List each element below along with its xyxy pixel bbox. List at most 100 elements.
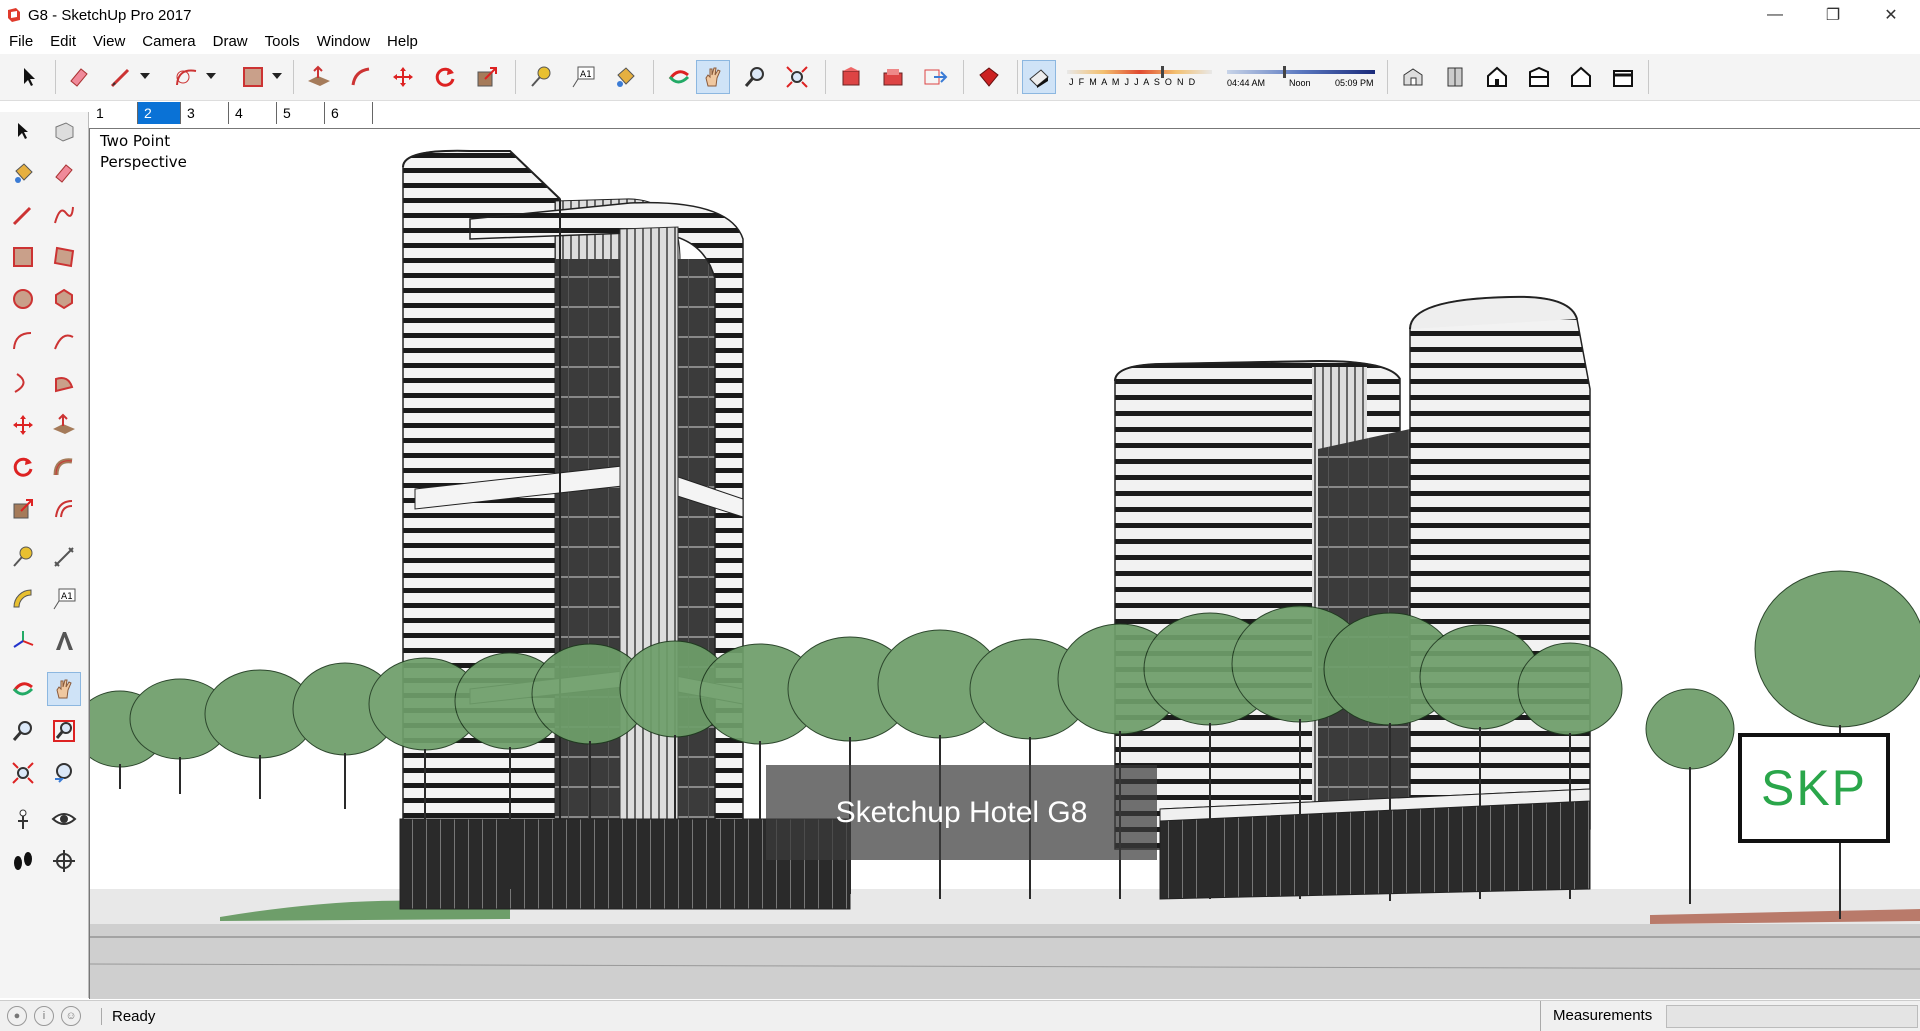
minimize-button[interactable]: — [1746,0,1804,30]
time-start-label: 04:44 AM [1227,78,1266,88]
measurements-input[interactable] [1666,1005,1918,1028]
measurements-label: Measurements [1540,1001,1652,1031]
push-pull-icon[interactable] [302,60,336,94]
scale-icon[interactable] [6,492,40,526]
zoom-window-icon[interactable] [47,714,81,748]
position-camera-icon[interactable] [6,802,40,836]
left-view-icon[interactable] [1606,60,1640,94]
hotel-model-render [90,149,1920,999]
two-point-arc-icon[interactable] [47,324,81,358]
menu-edit[interactable]: Edit [41,33,84,50]
orbit-icon[interactable] [6,672,40,706]
warehouse-icon[interactable] [834,60,868,94]
paint-bucket-icon[interactable] [6,156,40,190]
follow-me-icon[interactable] [344,60,378,94]
offset-icon[interactable] [47,492,81,526]
line-icon[interactable] [6,198,40,232]
rectangle-icon[interactable] [6,240,40,274]
text-icon[interactable]: A1 [566,60,600,94]
zoom-extents-icon[interactable] [6,756,40,790]
scale-icon[interactable] [470,60,504,94]
time-noon-label: Noon [1289,78,1311,88]
paint-bucket-icon[interactable] [608,60,642,94]
tape-measure-icon[interactable] [6,540,40,574]
move-icon[interactable] [386,60,420,94]
rotate-icon[interactable] [6,450,40,484]
zoom-icon[interactable] [738,60,772,94]
large-tool-set: A1 [0,112,89,998]
tape-measure-icon[interactable] [524,60,558,94]
zoom-icon[interactable] [6,714,40,748]
dimension-icon[interactable] [47,540,81,574]
chevron-down-icon[interactable] [202,60,220,94]
time-end-label: 05:09 PM [1335,78,1374,88]
pan-icon[interactable] [47,672,81,706]
scene-tab-6[interactable]: 6 [325,102,373,124]
menu-camera[interactable]: Camera [133,33,203,50]
menu-draw[interactable]: Draw [204,33,256,50]
scene-tab-2[interactable]: 2 [138,102,181,124]
menu-tools[interactable]: Tools [256,33,308,50]
shadow-time-slider[interactable]: 04:44 AM Noon 05:09 PM [1225,64,1377,92]
arc-icon[interactable] [170,60,204,94]
chevron-down-icon[interactable] [136,60,154,94]
shadow-month-slider[interactable]: J F M A M J J A S O N D [1065,64,1215,92]
user-icon[interactable]: ☺ [61,1006,81,1026]
polygon-icon[interactable] [47,282,81,316]
extension-warehouse-icon[interactable] [972,60,1006,94]
previous-view-icon[interactable] [47,756,81,790]
scene-tab-5[interactable]: 5 [277,102,325,124]
arc-icon[interactable] [6,324,40,358]
share-component-icon[interactable] [918,60,952,94]
rectangle-icon[interactable] [236,60,270,94]
orbit-icon[interactable] [662,60,696,94]
back-view-icon[interactable] [1564,60,1598,94]
make-component-icon[interactable] [47,114,81,148]
front-view-icon[interactable] [1480,60,1514,94]
section-plane-icon[interactable] [47,844,81,878]
right-view-icon[interactable] [1522,60,1556,94]
freehand-icon[interactable] [47,198,81,232]
close-button[interactable]: ✕ [1862,0,1920,30]
eraser-icon[interactable] [62,60,96,94]
3d-text-icon[interactable] [47,624,81,658]
text-icon[interactable]: A1 [47,582,81,616]
move-icon[interactable] [6,408,40,442]
window-title: G8 - SketchUp Pro 2017 [28,6,192,24]
menu-file[interactable]: File [0,33,41,50]
chevron-down-icon[interactable] [268,60,286,94]
three-point-arc-icon[interactable] [6,366,40,400]
shadows-toggle-icon[interactable] [1022,60,1056,94]
restore-button[interactable]: ❐ [1804,0,1862,30]
iso-view-icon[interactable] [1396,60,1430,94]
pan-icon[interactable] [696,60,730,94]
share-model-icon[interactable] [876,60,910,94]
info-icon[interactable]: i [34,1006,54,1026]
pie-icon[interactable] [47,366,81,400]
look-around-icon[interactable] [47,802,81,836]
model-viewport[interactable]: Two Point Perspective Sketchup Hotel G8 … [89,128,1920,999]
video-caption: Sketchup Hotel G8 [766,765,1157,860]
menu-help[interactable]: Help [378,33,426,50]
sketchup-logo-icon [8,8,20,22]
rotated-rectangle-icon[interactable] [47,240,81,274]
follow-me-icon[interactable] [47,450,81,484]
circle-icon[interactable] [6,282,40,316]
walk-icon[interactable] [6,844,40,878]
menu-view[interactable]: View [84,33,133,50]
eraser-icon[interactable] [47,156,81,190]
scene-tab-3[interactable]: 3 [181,102,229,124]
geolocation-icon[interactable]: ● [7,1006,27,1026]
zoom-extents-icon[interactable] [780,60,814,94]
axes-icon[interactable] [6,624,40,658]
pencil-icon[interactable] [104,60,138,94]
select-icon[interactable] [12,60,46,94]
rotate-icon[interactable] [428,60,462,94]
scene-tab-1[interactable]: 1 [90,102,138,124]
protractor-icon[interactable] [6,582,40,616]
select-icon[interactable] [6,114,40,148]
top-view-icon[interactable] [1438,60,1472,94]
push-pull-icon[interactable] [47,408,81,442]
scene-tab-4[interactable]: 4 [229,102,277,124]
menu-window[interactable]: Window [308,33,378,50]
